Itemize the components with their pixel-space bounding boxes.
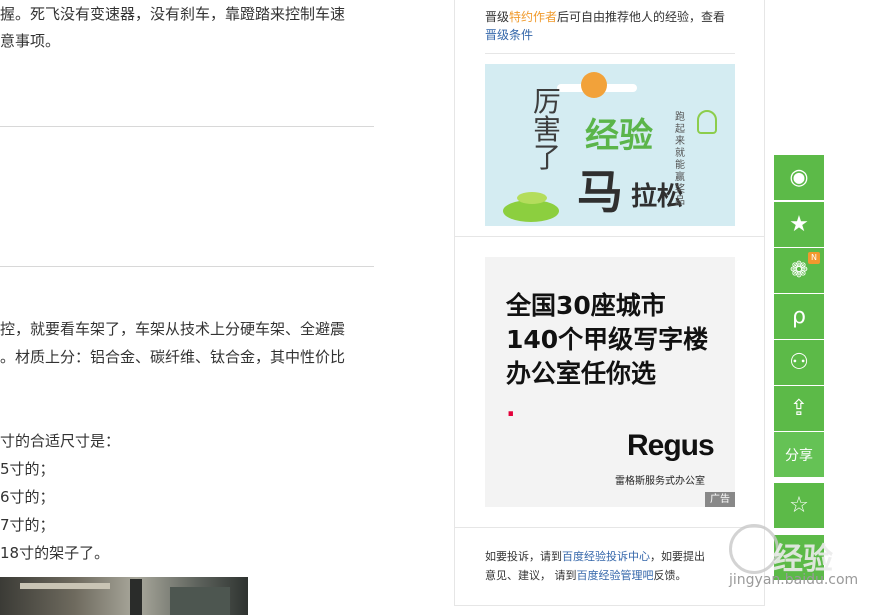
tip-suffix: 后可自由推荐他人的经验，查看 xyxy=(557,10,726,24)
special-author-link[interactable]: 特约作者 xyxy=(509,10,557,24)
qzone-star-icon: ★ xyxy=(789,212,809,237)
share-label: 分享 xyxy=(785,447,813,464)
renren-icon: ⚇ xyxy=(789,350,809,375)
upload-share-icon: ⇪ xyxy=(789,396,809,421)
promotion-conditions-link[interactable]: 晋级条件 xyxy=(485,28,533,42)
share-weibo-button[interactable]: ◉ xyxy=(774,155,824,200)
ad-headline-line: 办公室任你选. xyxy=(506,359,657,422)
share-label-button[interactable]: 分享 xyxy=(774,432,824,477)
article-line: 5寸的； xyxy=(0,460,55,478)
baidu-paw-icon xyxy=(729,524,779,574)
article-line: 意事项。 xyxy=(0,32,61,50)
favorite-star-icon: ☆ xyxy=(789,493,809,518)
sidebar-divider xyxy=(455,236,764,237)
complaint-note: 如要投诉，请到百度经验投诉中心，如要提出 意见、建议， 请到百度经验管理吧反馈。 xyxy=(485,547,735,585)
article-line: 。材质上分：铝合金、碳纤维、钛合金，其中性价比 xyxy=(0,348,346,366)
marathon-banner[interactable]: 厉害了 经验 马 拉松 跑起来就能赢奖品 xyxy=(485,64,735,226)
banner-subtitle: 跑起来就能赢奖品 xyxy=(675,112,685,207)
right-sidebar: 晋级特约作者后可自由推荐他人的经验，查看 晋级条件 厉害了 经验 马 拉松 跑起… xyxy=(454,0,765,606)
section-divider xyxy=(0,266,374,267)
sun-decoration xyxy=(581,72,607,98)
wechat-icon: ❁ xyxy=(789,258,809,283)
article-line: 6寸的； xyxy=(0,488,55,506)
complaint-center-link[interactable]: 百度经验投诉中心 xyxy=(562,550,650,563)
article-line: 握。死飞没有变速器，没有刹车，靠蹬踏来控制车速 xyxy=(0,5,346,23)
article-line: 寸的合适尺寸是： xyxy=(0,432,121,450)
new-badge: N xyxy=(808,252,820,264)
watermark-url: jingyan.baidu.com xyxy=(729,572,859,588)
banner-title-big: 马 xyxy=(577,165,623,219)
stone-decoration xyxy=(517,192,547,204)
tip-separator xyxy=(485,53,735,54)
article-line: 控，就要看车架了，车架从技术上分硬车架、全避震 xyxy=(0,320,346,338)
management-bar-link[interactable]: 百度经验管理吧 xyxy=(577,569,654,582)
lightbulb-icon xyxy=(697,110,717,134)
article-line: 7寸的； xyxy=(0,516,55,534)
favorite-button[interactable]: ☆ xyxy=(774,483,824,528)
share-renren-button[interactable]: ⚇ xyxy=(774,340,824,385)
complaint-text: 反馈。 xyxy=(653,569,687,582)
share-upload-button[interactable]: ⇪ xyxy=(774,386,824,431)
complaint-text: ，如要提出 xyxy=(650,550,705,563)
share-qzone-button[interactable]: ★ xyxy=(774,202,824,247)
tencent-weibo-icon: ρ xyxy=(792,304,806,329)
regus-subtitle: 雷格斯服务式办公室 xyxy=(615,476,705,487)
ad-headline-line: 全国30座城市 xyxy=(506,291,666,320)
tip-prefix: 晋级 xyxy=(485,10,510,24)
article-photo xyxy=(0,577,248,615)
complaint-text: 如要投诉，请到 xyxy=(485,550,562,563)
promotion-tip: 晋级特约作者后可自由推荐他人的经验，查看 晋级条件 xyxy=(485,8,735,44)
section-divider xyxy=(0,126,374,127)
article-line: 18寸的架子了。 xyxy=(0,544,110,562)
ad-headline: 全国30座城市 140个甲级写字楼 办公室任你选. xyxy=(506,289,731,425)
banner-title-left: 厉害了 xyxy=(533,85,562,174)
share-wechat-button[interactable]: ❁ N xyxy=(774,248,824,293)
share-tencent-weibo-button[interactable]: ρ xyxy=(774,294,824,339)
ad-headline-line: 140个甲级写字楼 xyxy=(506,325,709,354)
weibo-icon: ◉ xyxy=(789,165,809,190)
baidu-jingyan-watermark: 经验 jingyan.baidu.com xyxy=(703,524,875,604)
ad-label: 广告 xyxy=(705,492,735,507)
banner-title-green: 经验 xyxy=(585,116,653,156)
complaint-text: 意见、建议， 请到 xyxy=(485,569,577,582)
regus-ad[interactable]: 全国30座城市 140个甲级写字楼 办公室任你选. Regus 雷格斯服务式办公… xyxy=(485,257,735,507)
article-body: 握。死飞没有变速器，没有刹车，靠蹬踏来控制车速 意事项。 控，就要看车架了，车架… xyxy=(0,0,380,615)
regus-logo: Regus xyxy=(627,429,715,462)
